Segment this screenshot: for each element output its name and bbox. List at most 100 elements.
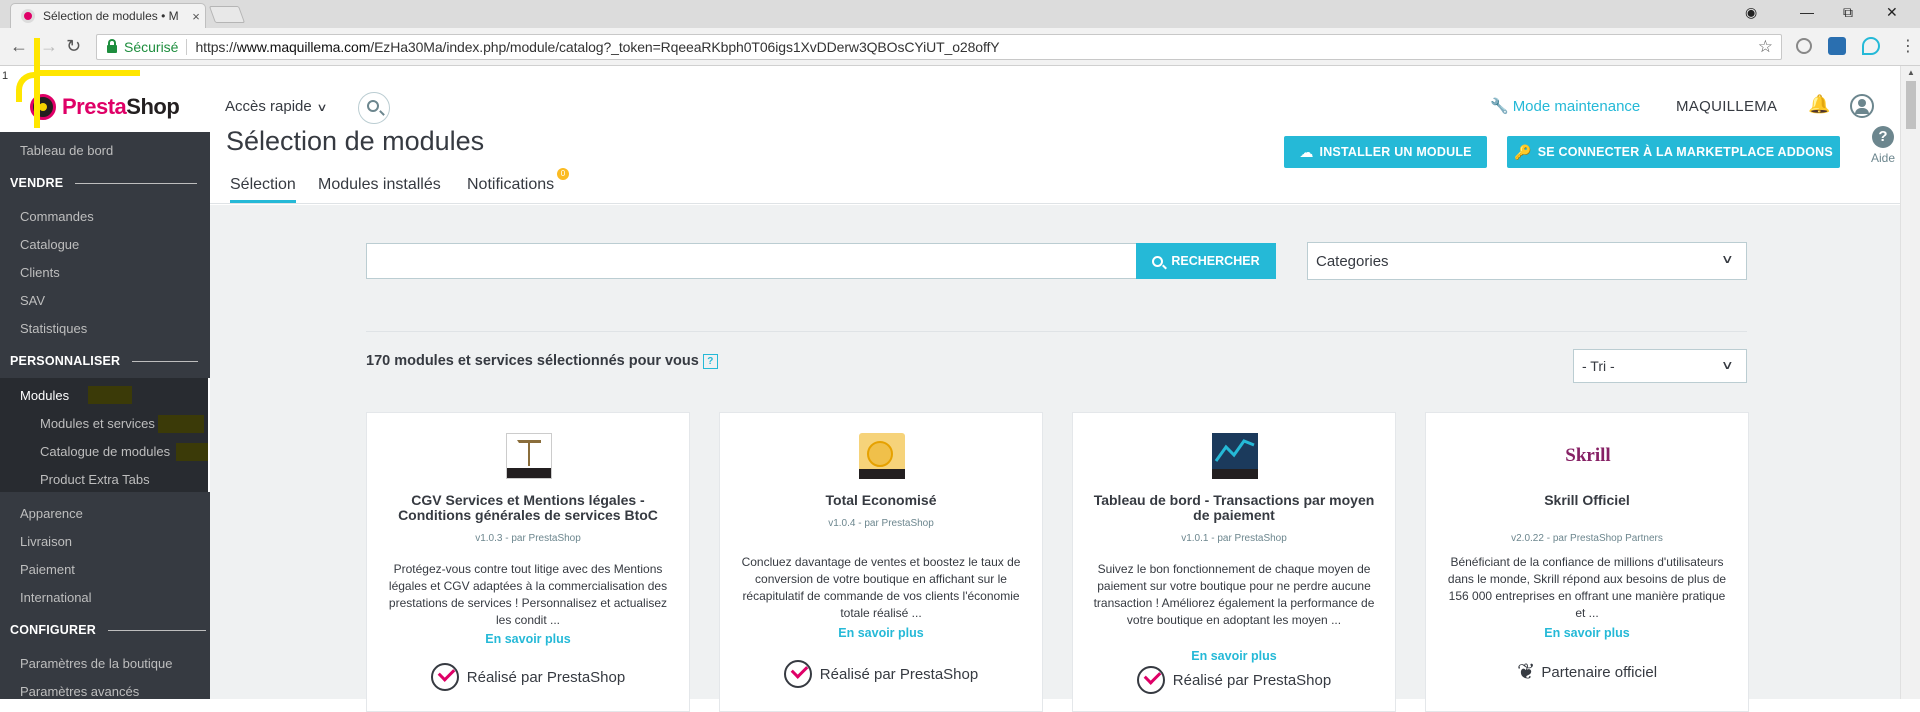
extension-icon-3[interactable] — [1862, 37, 1880, 55]
made-by: Réalisé par PrestaShop — [720, 660, 1042, 688]
module-card[interactable]: CGV Services et Mentions légales - Condi… — [366, 412, 690, 712]
module-title[interactable]: Skrill Officiel — [1440, 493, 1734, 508]
lock-icon — [107, 39, 117, 53]
scroll-up-arrow-icon[interactable]: ▲ — [1907, 68, 1915, 77]
url-host: www.maquillema.com — [236, 39, 371, 55]
help-label: Aide — [1870, 151, 1896, 165]
page-scrollbar[interactable]: ▲ — [1900, 66, 1920, 699]
sidebar-subitem-modules-catalog[interactable]: Catalogue de modules — [40, 444, 170, 459]
sidebar-item-sav[interactable]: SAV — [20, 293, 45, 308]
browser-tab[interactable]: Sélection de modules • M × — [10, 3, 206, 28]
module-title[interactable]: CGV Services et Mentions légales - Condi… — [381, 493, 675, 523]
sort-value: - Tri - — [1582, 358, 1615, 374]
module-version: v1.0.1 - par PrestaShop — [1181, 533, 1287, 544]
sidebar-item-catalog[interactable]: Catalogue — [20, 237, 79, 252]
annotation-number: 1 — [2, 70, 9, 82]
sidebar-item-modules[interactable]: Modules — [20, 388, 69, 403]
module-card[interactable]: Skrill Skrill Officiel v2.0.22 - par Pre… — [1425, 412, 1749, 712]
module-card[interactable]: Total Economisé v1.0.4 - par PrestaShop … — [719, 412, 1043, 712]
help-tooltip-icon[interactable]: ? — [702, 354, 718, 369]
url-path: /EzHa30Ma/index.php/module/catalog?_toke… — [370, 39, 1000, 55]
forward-arrow-icon[interactable]: → — [40, 36, 58, 56]
module-catalog-main: RECHERCHER Categories ∨ 170 modules et s… — [210, 205, 1900, 712]
made-by-label: Réalisé par PrestaShop — [1172, 671, 1332, 689]
search-icon — [367, 100, 379, 112]
module-title[interactable]: Tableau de bord - Transactions par moyen… — [1087, 493, 1381, 523]
sidebar-item-orders[interactable]: Commandes — [20, 209, 94, 224]
laurel-icon: ❦ — [1516, 659, 1536, 684]
shop-name-link[interactable]: MAQUILLEMA — [1676, 98, 1777, 115]
section-divider — [75, 182, 198, 184]
close-window-icon[interactable]: ✕ — [1886, 4, 1898, 21]
quick-access-label: Accès rapide — [225, 98, 312, 115]
sidebar-item-dashboard[interactable]: Tableau de bord — [20, 143, 113, 158]
marketplace-connect-button[interactable]: 🔑 SE CONNECTER À LA MARKETPLACE ADDONS — [1507, 136, 1840, 168]
minimize-icon[interactable]: — — [1800, 4, 1814, 20]
new-tab-button[interactable] — [208, 6, 246, 23]
logo-presta: Presta — [62, 94, 127, 119]
skrill-logo: Skrill — [1565, 445, 1611, 466]
module-search-input[interactable] — [366, 243, 1137, 279]
prestashop-check-icon — [430, 663, 459, 691]
sidebar-item-stats[interactable]: Statistiques — [20, 321, 87, 336]
notifications-bell-icon[interactable]: 🔔 — [1808, 94, 1830, 115]
sidebar-item-shop-params[interactable]: Paramètres de la boutique — [20, 656, 172, 671]
browser-tab-bar: Sélection de modules • M × ◉ — ⧉ ✕ — [0, 0, 1920, 28]
learn-more-link[interactable]: En savoir plus — [1426, 626, 1748, 640]
profile-icon[interactable]: ◉ — [1745, 4, 1757, 21]
extension-icon-2[interactable] — [1828, 37, 1846, 55]
sidebar-subitem-extra-tabs[interactable]: Product Extra Tabs — [40, 472, 150, 487]
restore-icon[interactable]: ⧉ — [1843, 4, 1853, 21]
tab-selection[interactable]: Sélection — [230, 176, 296, 203]
sidebar-item-advanced-params[interactable]: Paramètres avancés — [20, 684, 139, 699]
scrollbar-thumb[interactable] — [1906, 81, 1916, 129]
annotation-highlight — [176, 443, 208, 461]
sidebar-item-international[interactable]: International — [20, 590, 92, 605]
search-button[interactable]: RECHERCHER — [1136, 243, 1276, 279]
search-icon — [1152, 255, 1164, 267]
annotation-arrow-curve — [16, 72, 34, 102]
tab-notifications[interactable]: Notifications — [467, 176, 554, 194]
admin-sidebar: Tableau de bord VENDRE Commandes Catalog… — [0, 132, 210, 699]
tab-close-icon[interactable]: × — [187, 9, 205, 24]
prestashop-check-icon — [783, 660, 812, 688]
sidebar-item-appearance[interactable]: Apparence — [20, 506, 83, 521]
learn-more-link[interactable]: En savoir plus — [720, 626, 1042, 640]
sort-select[interactable]: - Tri - ∨ — [1573, 349, 1747, 383]
module-title[interactable]: Total Economisé — [734, 493, 1028, 508]
annotation-highlight — [158, 415, 204, 433]
marketplace-connect-label: SE CONNECTER À LA MARKETPLACE ADDONS — [1537, 145, 1833, 159]
bookmark-star-icon[interactable]: ☆ — [1758, 37, 1773, 57]
sidebar-item-shipping[interactable]: Livraison — [20, 534, 72, 549]
extension-icon-1[interactable] — [1796, 38, 1812, 54]
search-button-label: RECHERCHER — [1171, 254, 1260, 268]
address-bar[interactable]: Sécurisé https://www.maquillema.com/EzHa… — [96, 34, 1782, 60]
secure-label: Sécurisé — [124, 39, 179, 55]
sidebar-item-payment[interactable]: Paiement — [20, 562, 75, 577]
module-card[interactable]: Tableau de bord - Transactions par moyen… — [1072, 412, 1396, 712]
made-by-label: Réalisé par PrestaShop — [819, 665, 979, 683]
back-arrow-icon[interactable]: ← — [10, 36, 28, 56]
header-search-button[interactable] — [358, 92, 390, 124]
maintenance-link[interactable]: 🔧 Mode maintenance — [1490, 97, 1640, 115]
sidebar-item-customers[interactable]: Clients — [20, 265, 60, 280]
partner-label: Partenaire officiel — [1541, 663, 1658, 681]
prestashop-logo[interactable]: PrestaShop — [30, 94, 180, 120]
help-button[interactable]: ? Aide — [1863, 126, 1903, 165]
learn-more-link[interactable]: En savoir plus — [367, 632, 689, 646]
reload-icon[interactable]: ↻ — [66, 36, 81, 56]
categories-select[interactable]: Categories ∨ — [1307, 242, 1747, 280]
user-avatar-icon[interactable] — [1850, 94, 1874, 118]
install-module-button[interactable]: ☁ INSTALLER UN MODULE — [1284, 136, 1487, 168]
cloud-upload-icon: ☁ — [1299, 143, 1314, 160]
quick-access-menu[interactable]: Accès rapide ∨ — [225, 98, 327, 115]
sidebar-subitem-modules-services[interactable]: Modules et services — [40, 416, 155, 431]
tab-installed-modules[interactable]: Modules installés — [318, 176, 441, 194]
notifications-badge: 0 — [557, 168, 569, 180]
made-by: Réalisé par PrestaShop — [1073, 666, 1395, 694]
menu-kebab-icon[interactable]: ⋮ — [1900, 36, 1916, 56]
section-divider — [132, 360, 199, 362]
learn-more-link[interactable]: En savoir plus — [1073, 649, 1395, 663]
tab-title: Sélection de modules • M — [43, 9, 179, 23]
prestashop-favicon-icon — [21, 9, 35, 23]
